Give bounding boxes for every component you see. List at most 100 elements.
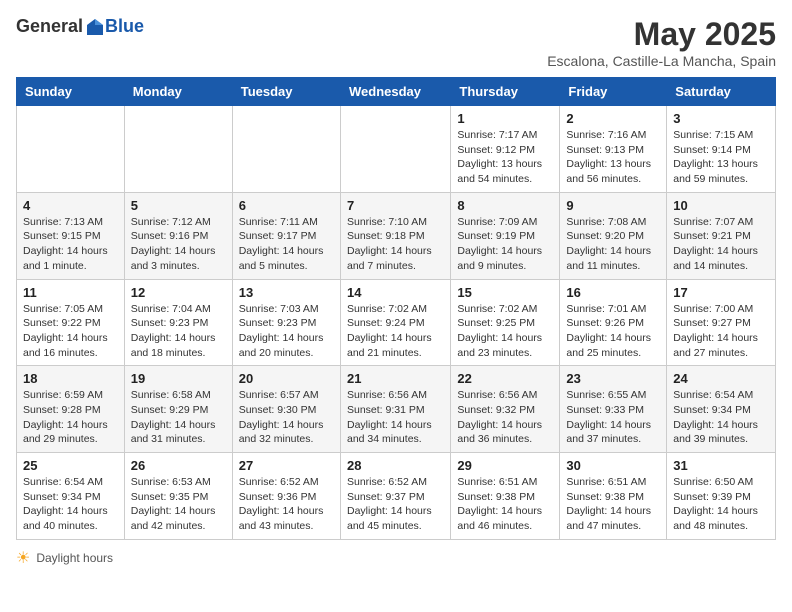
calendar-cell: 21 Sunrise: 6:56 AM Sunset: 9:31 PM Dayli… xyxy=(340,366,450,453)
day-number: 30 xyxy=(566,458,660,473)
calendar-cell xyxy=(232,106,340,193)
day-header-sunday: Sunday xyxy=(17,78,125,106)
calendar-cell: 9Sunrise: 7:08 AM Sunset: 9:20 PM Daylig… xyxy=(560,192,667,279)
day-number: 6 xyxy=(239,198,334,213)
calendar-cell: 26 Sunrise: 6:53 AM Sunset: 9:35 PM Dayli… xyxy=(124,453,232,540)
calendar-cell: 12 Sunrise: 7:04 AM Sunset: 9:23 PM Dayli… xyxy=(124,279,232,366)
logo-icon xyxy=(85,17,105,37)
day-info: Sunrise: 7:11 AM Sunset: 9:17 PM Dayligh… xyxy=(239,215,334,274)
calendar-week-row: 18 Sunrise: 6:59 AM Sunset: 9:28 PM Dayli… xyxy=(17,366,776,453)
calendar-cell: 15Sunrise: 7:02 AM Sunset: 9:25 PM Dayli… xyxy=(451,279,560,366)
day-info: Sunrise: 7:00 AM Sunset: 9:27 PM Dayligh… xyxy=(673,302,769,361)
calendar-cell xyxy=(17,106,125,193)
day-info: Sunrise: 6:59 AM Sunset: 9:28 PM Dayligh… xyxy=(23,388,118,447)
day-number: 20 xyxy=(239,371,334,386)
day-number: 9 xyxy=(566,198,660,213)
calendar-week-row: 25Sunrise: 6:54 AM Sunset: 9:34 PM Dayli… xyxy=(17,453,776,540)
day-info: Sunrise: 7:12 AM Sunset: 9:16 PM Dayligh… xyxy=(131,215,226,274)
day-number: 3 xyxy=(673,111,769,126)
calendar-cell: 3 Sunrise: 7:15 AM Sunset: 9:14 PM Daylig… xyxy=(667,106,776,193)
calendar-cell: 14 Sunrise: 7:02 AM Sunset: 9:24 PM Dayli… xyxy=(340,279,450,366)
day-number: 16 xyxy=(566,285,660,300)
day-number: 13 xyxy=(239,285,334,300)
day-info: Sunrise: 6:55 AM Sunset: 9:33 PM Dayligh… xyxy=(566,388,660,447)
day-info: Sunrise: 7:15 AM Sunset: 9:14 PM Dayligh… xyxy=(673,128,769,187)
day-info: Sunrise: 6:54 AM Sunset: 9:34 PM Dayligh… xyxy=(673,388,769,447)
day-info: Sunrise: 7:01 AM Sunset: 9:26 PM Dayligh… xyxy=(566,302,660,361)
day-number: 15 xyxy=(457,285,553,300)
calendar-week-row: 11 Sunrise: 7:05 AM Sunset: 9:22 PM Dayli… xyxy=(17,279,776,366)
day-header-tuesday: Tuesday xyxy=(232,78,340,106)
page-header: General Blue May 2025 Escalona, Castille… xyxy=(16,16,776,69)
calendar-cell: 2 Sunrise: 7:16 AM Sunset: 9:13 PM Daylig… xyxy=(560,106,667,193)
day-info: Sunrise: 7:09 AM Sunset: 9:19 PM Dayligh… xyxy=(457,215,553,274)
footer: ☀ Daylight hours xyxy=(16,548,776,568)
day-number: 1 xyxy=(457,111,553,126)
calendar-cell: 7 Sunrise: 7:10 AM Sunset: 9:18 PM Daylig… xyxy=(340,192,450,279)
day-number: 18 xyxy=(23,371,118,386)
day-number: 27 xyxy=(239,458,334,473)
day-number: 12 xyxy=(131,285,226,300)
day-number: 19 xyxy=(131,371,226,386)
day-number: 25 xyxy=(23,458,118,473)
day-info: Sunrise: 6:52 AM Sunset: 9:36 PM Dayligh… xyxy=(239,475,334,534)
calendar-cell: 29Sunrise: 6:51 AM Sunset: 9:38 PM Dayli… xyxy=(451,453,560,540)
day-number: 26 xyxy=(131,458,226,473)
calendar-cell: 18 Sunrise: 6:59 AM Sunset: 9:28 PM Dayli… xyxy=(17,366,125,453)
day-number: 24 xyxy=(673,371,769,386)
day-info: Sunrise: 6:52 AM Sunset: 9:37 PM Dayligh… xyxy=(347,475,444,534)
day-info: Sunrise: 7:07 AM Sunset: 9:21 PM Dayligh… xyxy=(673,215,769,274)
calendar-cell: 6 Sunrise: 7:11 AM Sunset: 9:17 PM Daylig… xyxy=(232,192,340,279)
calendar-cell: 30 Sunrise: 6:51 AM Sunset: 9:38 PM Dayli… xyxy=(560,453,667,540)
day-header-monday: Monday xyxy=(124,78,232,106)
calendar-cell: 27 Sunrise: 6:52 AM Sunset: 9:36 PM Dayli… xyxy=(232,453,340,540)
day-info: Sunrise: 7:03 AM Sunset: 9:23 PM Dayligh… xyxy=(239,302,334,361)
calendar-cell: 11 Sunrise: 7:05 AM Sunset: 9:22 PM Dayli… xyxy=(17,279,125,366)
day-info: Sunrise: 7:04 AM Sunset: 9:23 PM Dayligh… xyxy=(131,302,226,361)
day-header-wednesday: Wednesday xyxy=(340,78,450,106)
calendar-cell: 10Sunrise: 7:07 AM Sunset: 9:21 PM Dayli… xyxy=(667,192,776,279)
calendar-cell: 24 Sunrise: 6:54 AM Sunset: 9:34 PM Dayli… xyxy=(667,366,776,453)
day-info: Sunrise: 7:13 AM Sunset: 9:15 PM Dayligh… xyxy=(23,215,118,274)
calendar-cell: 8 Sunrise: 7:09 AM Sunset: 9:19 PM Daylig… xyxy=(451,192,560,279)
calendar-cell: 25Sunrise: 6:54 AM Sunset: 9:34 PM Dayli… xyxy=(17,453,125,540)
calendar-week-row: 4Sunrise: 7:13 AM Sunset: 9:15 PM Daylig… xyxy=(17,192,776,279)
day-number: 22 xyxy=(457,371,553,386)
day-number: 23 xyxy=(566,371,660,386)
day-header-saturday: Saturday xyxy=(667,78,776,106)
calendar-cell: 1 Sunrise: 7:17 AM Sunset: 9:12 PM Daylig… xyxy=(451,106,560,193)
calendar-cell xyxy=(340,106,450,193)
day-info: Sunrise: 7:02 AM Sunset: 9:24 PM Dayligh… xyxy=(347,302,444,361)
calendar-cell xyxy=(124,106,232,193)
calendar-cell: 13 Sunrise: 7:03 AM Sunset: 9:23 PM Dayli… xyxy=(232,279,340,366)
day-number: 21 xyxy=(347,371,444,386)
day-info: Sunrise: 7:10 AM Sunset: 9:18 PM Dayligh… xyxy=(347,215,444,274)
day-number: 31 xyxy=(673,458,769,473)
calendar-cell: 28 Sunrise: 6:52 AM Sunset: 9:37 PM Dayli… xyxy=(340,453,450,540)
calendar-week-row: 1 Sunrise: 7:17 AM Sunset: 9:12 PM Daylig… xyxy=(17,106,776,193)
day-number: 7 xyxy=(347,198,444,213)
day-info: Sunrise: 7:17 AM Sunset: 9:12 PM Dayligh… xyxy=(457,128,553,187)
day-number: 14 xyxy=(347,285,444,300)
day-number: 8 xyxy=(457,198,553,213)
month-title: May 2025 xyxy=(547,16,776,53)
day-info: Sunrise: 7:16 AM Sunset: 9:13 PM Dayligh… xyxy=(566,128,660,187)
logo-general: General xyxy=(16,16,83,37)
day-number: 29 xyxy=(457,458,553,473)
day-number: 11 xyxy=(23,285,118,300)
day-header-thursday: Thursday xyxy=(451,78,560,106)
day-info: Sunrise: 7:05 AM Sunset: 9:22 PM Dayligh… xyxy=(23,302,118,361)
day-info: Sunrise: 6:56 AM Sunset: 9:32 PM Dayligh… xyxy=(457,388,553,447)
calendar-cell: 31 Sunrise: 6:50 AM Sunset: 9:39 PM Dayli… xyxy=(667,453,776,540)
logo-blue: Blue xyxy=(105,16,144,37)
day-info: Sunrise: 6:56 AM Sunset: 9:31 PM Dayligh… xyxy=(347,388,444,447)
day-info: Sunrise: 6:50 AM Sunset: 9:39 PM Dayligh… xyxy=(673,475,769,534)
day-number: 28 xyxy=(347,458,444,473)
day-number: 2 xyxy=(566,111,660,126)
sun-icon: ☀ xyxy=(16,548,30,568)
day-info: Sunrise: 6:51 AM Sunset: 9:38 PM Dayligh… xyxy=(566,475,660,534)
day-info: Sunrise: 6:53 AM Sunset: 9:35 PM Dayligh… xyxy=(131,475,226,534)
day-info: Sunrise: 6:57 AM Sunset: 9:30 PM Dayligh… xyxy=(239,388,334,447)
calendar-cell: 20 Sunrise: 6:57 AM Sunset: 9:30 PM Dayli… xyxy=(232,366,340,453)
calendar-table: SundayMondayTuesdayWednesdayThursdayFrid… xyxy=(16,77,776,540)
